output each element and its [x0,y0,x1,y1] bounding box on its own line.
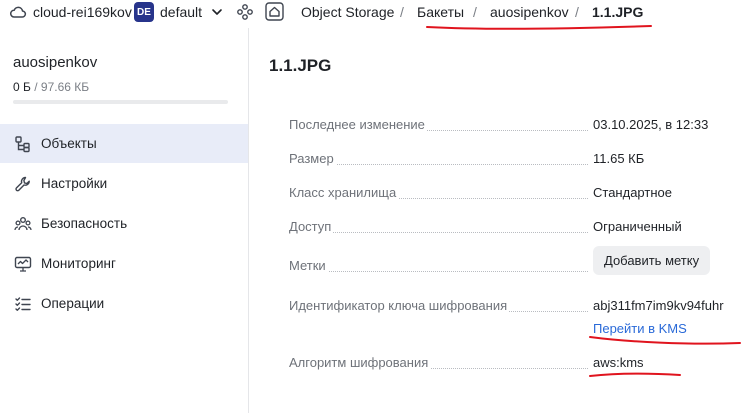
prop-value: 11.65 КБ [593,151,645,166]
sidebar-item-label: Объекты [41,136,97,151]
prop-encryption-algorithm: Алгоритм шифрования aws:kms [289,355,734,375]
prop-value: Стандартное [593,185,672,200]
sidebar-item-security[interactable]: Безопасность [0,204,248,243]
prop-label: Доступ [289,219,334,234]
prop-value: Ограниченный [593,219,682,234]
sidebar-item-label: Настройки [41,176,108,191]
prop-label: Класс хранилища [289,185,399,200]
breadcrumb-separator: / [400,4,404,20]
sidebar-item-settings[interactable]: Настройки [0,164,248,203]
folder-badge[interactable]: DE [134,2,154,22]
prop-size: Размер 11.65 КБ [289,151,734,171]
objects-icon [14,135,32,153]
breadcrumb-current-object: 1.1.JPG [592,4,644,20]
breadcrumb-buckets[interactable]: Бакеты [417,4,464,20]
add-tag-button[interactable]: Добавить метку [593,246,711,275]
prop-access: Доступ Ограниченный [289,219,734,239]
prop-tags: Метки Добавить метку [289,246,734,278]
prop-value: 03.10.2025, в 12:33 [593,117,709,132]
prop-label: Алгоритм шифрования [289,355,431,370]
checklist-icon [14,295,32,313]
prop-value: aws:kms [593,355,644,370]
monitor-icon [14,255,32,273]
cloud-name[interactable]: cloud-rei169kov [33,4,132,20]
prop-label: Размер [289,151,336,166]
sidebar-item-label: Мониторинг [41,256,116,271]
folder-name[interactable]: default [160,4,202,20]
prop-storage-class: Класс хранилища Стандартное [289,185,734,205]
go-to-kms-link[interactable]: Перейти в KMS [593,321,687,336]
prop-label: Метки [289,258,328,273]
prop-label: Последнее изменение [289,117,427,132]
sidebar-item-operations[interactable]: Операции [0,284,248,323]
sidebar-item-monitoring[interactable]: Мониторинг [0,244,248,283]
wrench-icon [14,175,32,193]
breadcrumb-bucket[interactable]: auosipenkov [490,4,569,20]
sidebar-item-label: Операции [41,296,105,311]
bucket-name: auosipenkov [13,54,98,71]
home-icon[interactable] [265,2,284,21]
breadcrumb-separator: / [473,4,477,20]
storage-used: 0 Б [13,80,31,94]
storage-usage: 0 Б / 97.66 КБ [13,80,89,94]
users-icon [14,215,32,233]
cloud-icon[interactable] [9,3,27,21]
sidebar-item-label: Безопасность [41,216,128,231]
sidebar: auosipenkov 0 Б / 97.66 КБ Объекты Настр… [0,28,249,413]
chevron-down-icon[interactable] [211,6,223,18]
services-icon[interactable] [236,3,254,21]
prop-modified: Последнее изменение 03.10.2025, в 12:33 [289,117,734,137]
storage-total: / 97.66 КБ [30,80,90,94]
page-title: 1.1.JPG [269,56,332,75]
prop-kms-key: Идентификатор ключа шифрования abj311fm7… [289,298,734,318]
breadcrumb-separator: / [575,4,579,20]
prop-label: Идентификатор ключа шифрования [289,298,510,313]
kms-key-id: abj311fm7im9kv94fuhr [593,298,724,313]
object-details: 1.1.JPG Последнее изменение 03.10.2025, … [249,28,748,413]
sidebar-item-objects[interactable]: Объекты [0,124,248,163]
breadcrumb-object-storage[interactable]: Object Storage [301,4,394,20]
dotted-leader [289,232,588,233]
dotted-leader [289,271,588,272]
storage-progress-bar [13,100,228,104]
